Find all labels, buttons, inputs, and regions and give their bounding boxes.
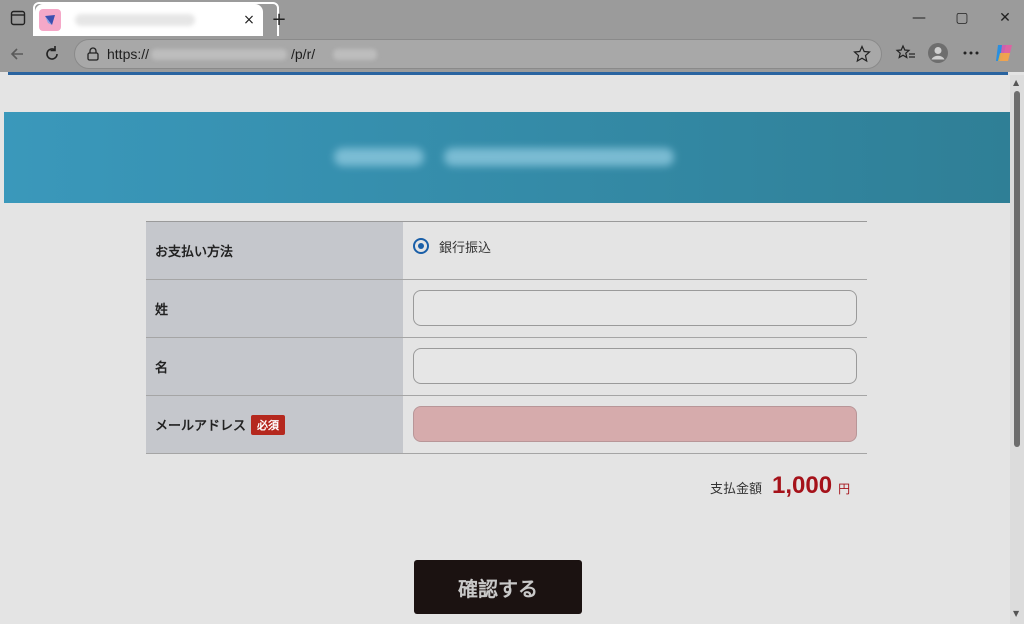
url-id-redacted [333, 49, 377, 60]
payment-row: お支払い方法 銀行振込 [146, 222, 867, 280]
minimize-button[interactable]: — [909, 8, 929, 28]
favicon-icon [39, 9, 61, 31]
payment-value-cell: 銀行振込 [403, 222, 867, 279]
email-label: メールアドレス [155, 419, 247, 434]
last-name-row: 姓 [146, 280, 867, 338]
email-row: メールアドレス 必須 [146, 396, 867, 454]
tab-title [75, 14, 195, 26]
url-path: /p/r/ [291, 46, 316, 62]
tabs-icon[interactable] [10, 10, 26, 26]
first-name-label: 名 [146, 338, 403, 395]
email-input[interactable] [413, 406, 857, 442]
favorites-icon[interactable] [895, 42, 917, 64]
total-label: 支払金額 [710, 482, 763, 497]
banner-subtitle-redacted [444, 148, 674, 166]
scroll-down-icon[interactable]: ▼ [1013, 610, 1021, 618]
email-label-cell: メールアドレス 必須 [146, 396, 403, 453]
first-name-input[interactable] [413, 348, 857, 384]
required-badge: 必須 [251, 414, 286, 435]
back-icon[interactable] [8, 44, 28, 64]
tab-close-button[interactable]: × [239, 10, 259, 30]
star-icon[interactable] [853, 45, 871, 63]
bank-transfer-label[interactable]: 銀行振込 [439, 237, 491, 256]
url-host-redacted [151, 49, 287, 60]
page-content: お支払い方法 銀行振込 姓 名 メールアドレス 必須 支払金額 1,000 円 … [4, 75, 1010, 624]
refresh-icon[interactable] [42, 44, 62, 64]
payment-label: お支払い方法 [146, 222, 403, 279]
page-scrollbar[interactable]: ▲ ▼ [1010, 75, 1024, 624]
order-form: お支払い方法 銀行振込 姓 名 メールアドレス 必須 [146, 221, 867, 454]
first-name-row: 名 [146, 338, 867, 396]
close-window-button[interactable]: ✕ [995, 8, 1015, 28]
profile-icon[interactable] [927, 42, 949, 64]
last-name-input[interactable] [413, 290, 857, 326]
lock-icon[interactable] [87, 47, 99, 61]
header-banner [4, 112, 1010, 203]
scroll-thumb[interactable] [1014, 91, 1020, 447]
email-value-cell [403, 396, 867, 453]
more-icon[interactable] [960, 42, 982, 64]
maximize-button[interactable]: ▢ [952, 8, 972, 28]
last-name-value-cell [403, 280, 867, 337]
url-prefix: https:// [107, 46, 150, 62]
copilot-icon[interactable] [993, 42, 1015, 64]
banner-title-redacted [334, 148, 424, 166]
confirm-button[interactable]: 確認する [414, 560, 582, 614]
payment-total: 支払金額 1,000 円 [710, 472, 850, 500]
last-name-label: 姓 [146, 280, 403, 337]
first-name-value-cell [403, 338, 867, 395]
new-tab-button[interactable]: + [268, 8, 290, 30]
browser-tab-active[interactable]: × [35, 4, 263, 36]
scroll-up-icon[interactable]: ▲ [1013, 79, 1021, 87]
address-bar[interactable]: https:// /p/r/ [74, 39, 882, 69]
total-unit: 円 [838, 482, 851, 496]
bank-transfer-radio[interactable] [413, 238, 429, 254]
total-amount: 1,000 [772, 472, 833, 499]
